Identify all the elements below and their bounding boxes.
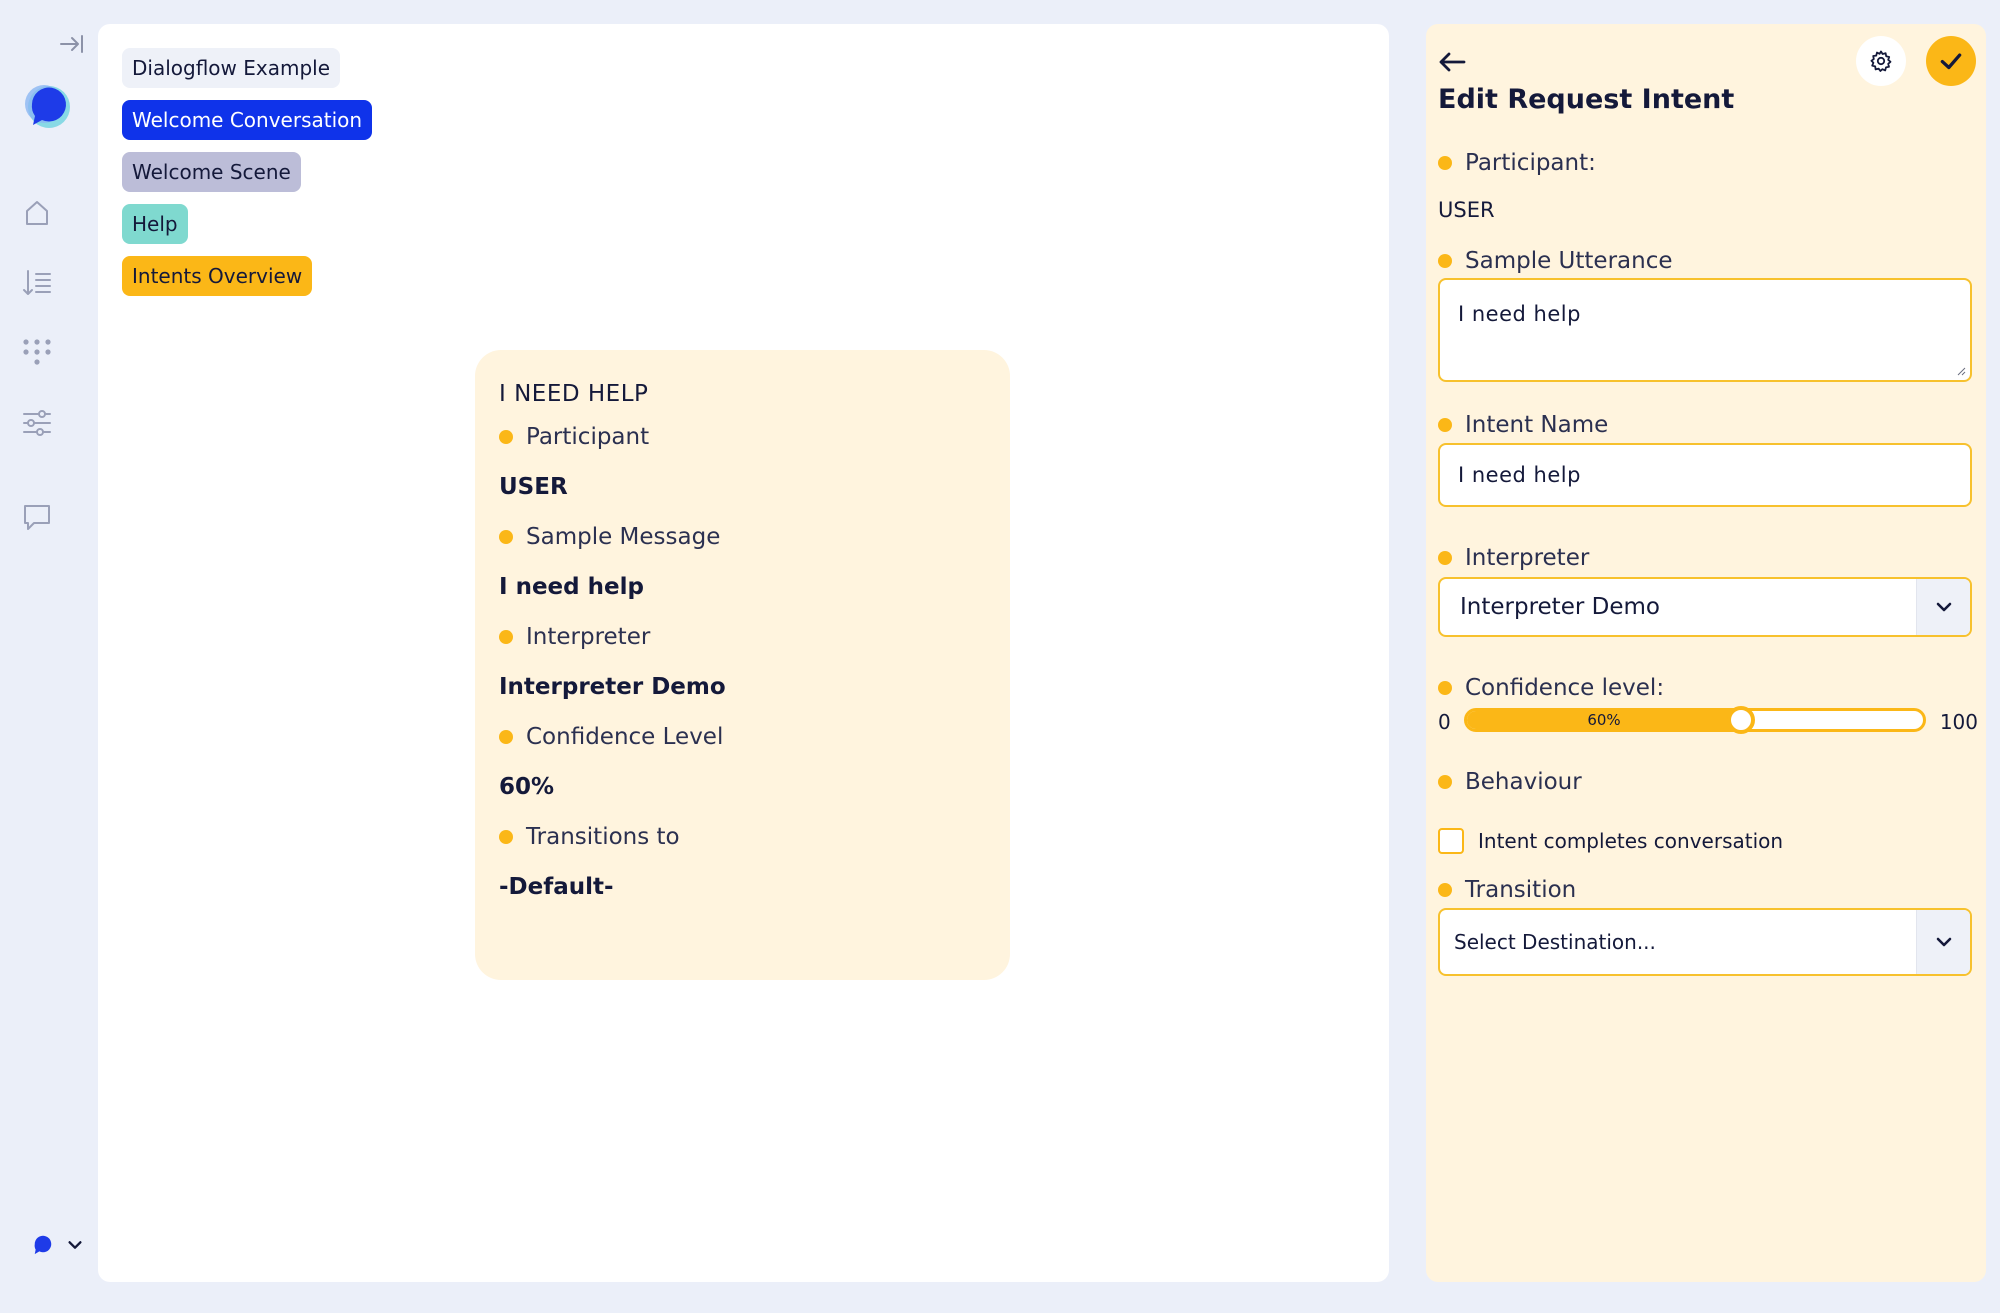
intent-node-title: I NEED HELP (499, 381, 649, 407)
checkmark-icon (1940, 53, 1962, 70)
interpreter-select-value: Interpreter Demo (1460, 594, 1660, 620)
bullet-dot (1438, 254, 1452, 268)
panel-title: Edit Request Intent (1438, 84, 1735, 115)
bullet-dot (1438, 883, 1452, 897)
node-confidence-value: 60% (499, 774, 555, 800)
confidence-label: Confidence level: (1438, 675, 1664, 701)
utterance-label: Sample Utterance (1438, 248, 1673, 274)
account-icon (34, 1235, 52, 1255)
bullet-dot (1438, 551, 1452, 565)
bullet-dot (1438, 418, 1452, 432)
transition-select-toggle[interactable] (1916, 910, 1970, 974)
behaviour-label: Behaviour (1438, 769, 1582, 795)
breadcrumb: Dialogflow Example Welcome Conversation … (122, 48, 373, 296)
list-order-icon[interactable] (20, 266, 54, 300)
node-sample-value: I need help (499, 574, 644, 600)
left-rail (0, 0, 98, 1313)
node-participant-label: Participant (499, 412, 986, 462)
chevron-down-icon (1936, 602, 1951, 612)
bullet-dot (1438, 681, 1452, 695)
transition-label: Transition (1438, 877, 1576, 903)
settings-button[interactable] (1856, 36, 1906, 86)
breadcrumb-item-help[interactable]: Help (122, 204, 188, 244)
app-logo[interactable] (22, 80, 74, 132)
intent-completes-checkbox-label: Intent completes conversation (1478, 829, 1784, 853)
confidence-slider[interactable]: 0 60% 100 (1438, 700, 1978, 740)
account-menu[interactable] (32, 1230, 94, 1260)
transition-select-placeholder: Select Destination... (1454, 930, 1656, 954)
grid-dots-icon[interactable] (20, 334, 54, 368)
interpreter-select-toggle[interactable] (1916, 579, 1970, 635)
bullet-dot (499, 630, 513, 644)
sliders-icon[interactable] (20, 406, 54, 440)
intent-completes-checkbox[interactable] (1438, 828, 1464, 854)
home-icon[interactable] (20, 196, 54, 230)
bullet-dot (499, 830, 513, 844)
bullet-dot (1438, 156, 1452, 170)
collapse-sidebar-icon[interactable] (58, 30, 86, 58)
confirm-button[interactable] (1926, 36, 1976, 86)
breadcrumb-item-welcome-scene[interactable]: Welcome Scene (122, 152, 301, 192)
breadcrumb-item-intents-overview[interactable]: Intents Overview (122, 256, 313, 296)
sample-utterance-textarea[interactable]: I need help (1440, 280, 1970, 380)
node-sample-label: Sample Message (499, 512, 986, 562)
chat-icon[interactable] (20, 500, 54, 534)
node-interpreter-value: Interpreter Demo (499, 674, 726, 700)
confidence-slider-track[interactable]: 60% (1464, 708, 1926, 732)
resize-handle-icon[interactable] (1956, 366, 1966, 376)
participant-value: USER (1438, 198, 1495, 222)
transition-select[interactable]: Select Destination... (1438, 908, 1972, 976)
interpreter-label: Interpreter (1438, 545, 1589, 571)
intent-node-card[interactable]: I NEED HELP Participant USER Sample Mess… (475, 350, 1010, 980)
bullet-dot (499, 430, 513, 444)
bullet-dot (499, 530, 513, 544)
node-transitions-value: -Default- (499, 874, 614, 900)
app-root: Dialogflow Example Welcome Conversation … (0, 0, 2000, 1313)
node-confidence-label: Confidence Level (499, 712, 986, 762)
bullet-dot (1438, 775, 1452, 789)
confidence-slider-thumb[interactable] (1727, 706, 1755, 734)
breadcrumb-item-welcome-conversation[interactable]: Welcome Conversation (122, 100, 373, 140)
interpreter-select[interactable]: Interpreter Demo (1438, 577, 1972, 637)
node-interpreter-label: Interpreter (499, 612, 986, 662)
flow-canvas[interactable]: Dialogflow Example Welcome Conversation … (98, 24, 1389, 1282)
node-transitions-label: Transitions to (499, 812, 986, 862)
intent-name-label: Intent Name (1438, 412, 1608, 438)
confidence-min-label: 0 (1438, 710, 1451, 734)
intent-completes-checkbox-row[interactable]: Intent completes conversation (1438, 828, 1783, 854)
utterance-textarea-wrapper: I need help (1438, 278, 1972, 382)
bullet-dot (499, 730, 513, 744)
confidence-percent-text: 60% (1587, 711, 1621, 729)
chevron-down-icon (68, 1241, 82, 1249)
back-arrow-icon[interactable] (1436, 46, 1468, 78)
confidence-max-label: 100 (1939, 710, 1978, 734)
participant-label: Participant: (1438, 150, 1596, 176)
breadcrumb-item-dialogflow-example[interactable]: Dialogflow Example (122, 48, 341, 88)
gear-icon (1870, 50, 1892, 72)
node-participant-value: USER (499, 474, 568, 500)
edit-intent-panel: Edit Request Intent Participant: USER Sa… (1426, 24, 1986, 1282)
chevron-down-icon (1936, 937, 1951, 947)
intent-name-input[interactable] (1438, 443, 1972, 507)
